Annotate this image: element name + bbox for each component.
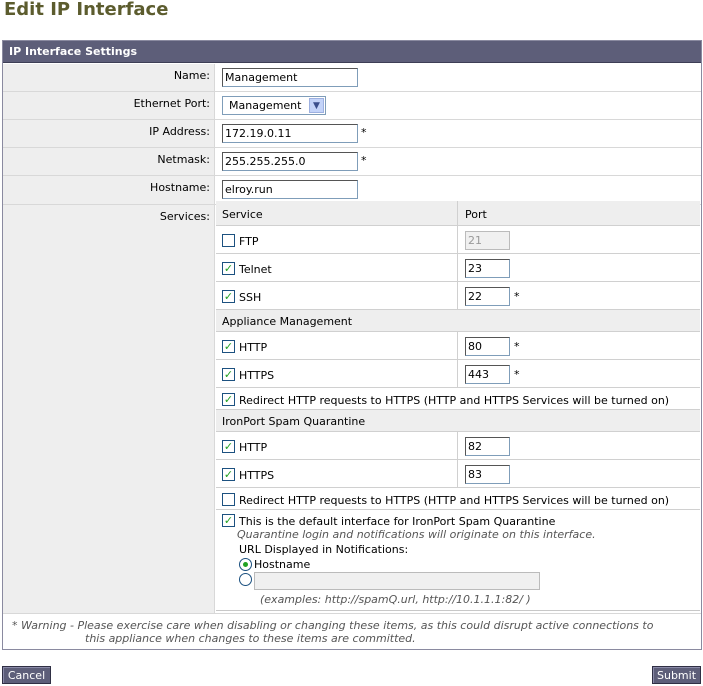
sq-https-row: ✓ HTTPS 83 — [216, 460, 700, 488]
ethernet-port-value: Management — [229, 99, 302, 112]
am-https-row: ✓ HTTPS 443 * — [216, 360, 700, 388]
ethernet-port-select[interactable]: Management ▼ — [222, 96, 326, 115]
hostname-label: Hostname: — [3, 176, 215, 204]
am-https-checkbox[interactable]: ✓ — [222, 368, 235, 381]
am-redirect-row: ✓ Redirect HTTP requests to HTTPS (HTTP … — [216, 388, 700, 410]
spam-quarantine-label: IronPort Spam Quarantine — [222, 415, 366, 428]
warning-line-1: * Warning - Please exercise care when di… — [12, 619, 654, 632]
am-https-port-input[interactable]: 443 — [465, 365, 510, 384]
am-http-label: HTTP — [239, 341, 268, 354]
name-input[interactable]: Management — [222, 68, 358, 87]
services-label: Services: — [3, 205, 215, 613]
required-mark: * — [514, 290, 520, 303]
telnet-label: Telnet — [239, 263, 272, 276]
sq-http-checkbox[interactable]: ✓ — [222, 440, 235, 453]
ftp-label: FTP — [239, 235, 259, 248]
ftp-port-input: 21 — [465, 231, 510, 250]
required-mark: * — [514, 368, 520, 381]
netmask-label: Netmask: — [3, 148, 215, 175]
name-row: Name: Management — [3, 64, 701, 92]
am-redirect-checkbox[interactable]: ✓ — [222, 393, 235, 406]
col-service-header: Service — [222, 208, 263, 221]
url-displayed-label: URL Displayed in Notifications: — [239, 543, 409, 556]
services-header-row: Service Port — [216, 201, 700, 226]
service-ssh-row: ✓ SSH 22 * — [216, 282, 700, 310]
warning-text: * Warning - Please exercise care when di… — [12, 619, 692, 645]
name-label: Name: — [3, 64, 215, 91]
am-http-checkbox[interactable]: ✓ — [222, 340, 235, 353]
ssh-port-input[interactable]: 22 — [465, 287, 510, 306]
hostname-input[interactable]: elroy.run — [222, 180, 358, 199]
custom-url-radio[interactable] — [239, 573, 252, 586]
sq-https-checkbox[interactable]: ✓ — [222, 468, 235, 481]
telnet-port-input[interactable]: 23 — [465, 259, 510, 278]
ethernet-port-row: Ethernet Port: Management ▼ — [3, 92, 701, 120]
hostname-radio-label: Hostname — [254, 558, 311, 571]
netmask-row: Netmask: 255.255.255.0 * — [3, 148, 701, 176]
sq-http-label: HTTP — [239, 441, 268, 454]
appliance-management-label: Appliance Management — [222, 315, 353, 328]
sq-https-port-input[interactable]: 83 — [465, 465, 510, 484]
service-telnet-row: ✓ Telnet 23 — [216, 254, 700, 282]
sq-redirect-row: Redirect HTTP requests to HTTPS (HTTP an… — [216, 488, 700, 510]
sq-https-label: HTTPS — [239, 469, 275, 482]
sq-http-port-input[interactable]: 82 — [465, 437, 510, 456]
sq-http-row: ✓ HTTP 82 — [216, 432, 700, 460]
required-mark: * — [361, 154, 367, 167]
am-http-port-input[interactable]: 80 — [465, 337, 510, 356]
cancel-button[interactable]: Cancel — [2, 666, 51, 684]
col-port-header: Port — [465, 208, 487, 221]
page-title: Edit IP Interface — [4, 0, 169, 20]
service-ftp-row: FTP 21 — [216, 226, 700, 254]
ssh-checkbox[interactable]: ✓ — [222, 290, 235, 303]
required-mark: * — [361, 126, 367, 139]
ssh-label: SSH — [239, 291, 262, 304]
ip-address-input[interactable]: 172.19.0.11 — [222, 124, 358, 143]
ip-address-label: IP Address: — [3, 120, 215, 147]
default-interface-label: This is the default interface for IronPo… — [239, 515, 556, 528]
ftp-checkbox[interactable] — [222, 234, 235, 247]
chevron-down-icon[interactable]: ▼ — [309, 98, 324, 113]
ip-address-row: IP Address: 172.19.0.11 * — [3, 120, 701, 148]
netmask-input[interactable]: 255.255.255.0 — [222, 152, 358, 171]
sq-redirect-label: Redirect HTTP requests to HTTPS (HTTP an… — [239, 494, 670, 507]
ethernet-port-label: Ethernet Port: — [3, 92, 215, 119]
panel-title: IP Interface Settings — [3, 41, 701, 63]
warning-line-2: this appliance when changes to these ite… — [85, 632, 416, 645]
am-https-label: HTTPS — [239, 369, 275, 382]
custom-url-input[interactable] — [254, 572, 540, 590]
default-interface-checkbox[interactable]: ✓ — [222, 514, 235, 527]
am-http-row: ✓ HTTP 80 * — [216, 332, 700, 360]
hostname-radio[interactable] — [239, 558, 252, 571]
default-interface-note: Quarantine login and notifications will … — [237, 528, 596, 541]
am-redirect-label: Redirect HTTP requests to HTTPS (HTTP an… — [239, 394, 670, 407]
default-interface-block: ✓ This is the default interface for Iron… — [216, 510, 700, 611]
url-examples: (examples: http://spamQ.url, http://10.1… — [260, 593, 531, 606]
required-mark: * — [514, 340, 520, 353]
spam-quarantine-header: IronPort Spam Quarantine — [216, 410, 700, 432]
submit-button[interactable]: Submit — [652, 666, 701, 684]
sq-redirect-checkbox[interactable] — [222, 493, 235, 506]
appliance-management-header: Appliance Management — [216, 310, 700, 332]
telnet-checkbox[interactable]: ✓ — [222, 262, 235, 275]
